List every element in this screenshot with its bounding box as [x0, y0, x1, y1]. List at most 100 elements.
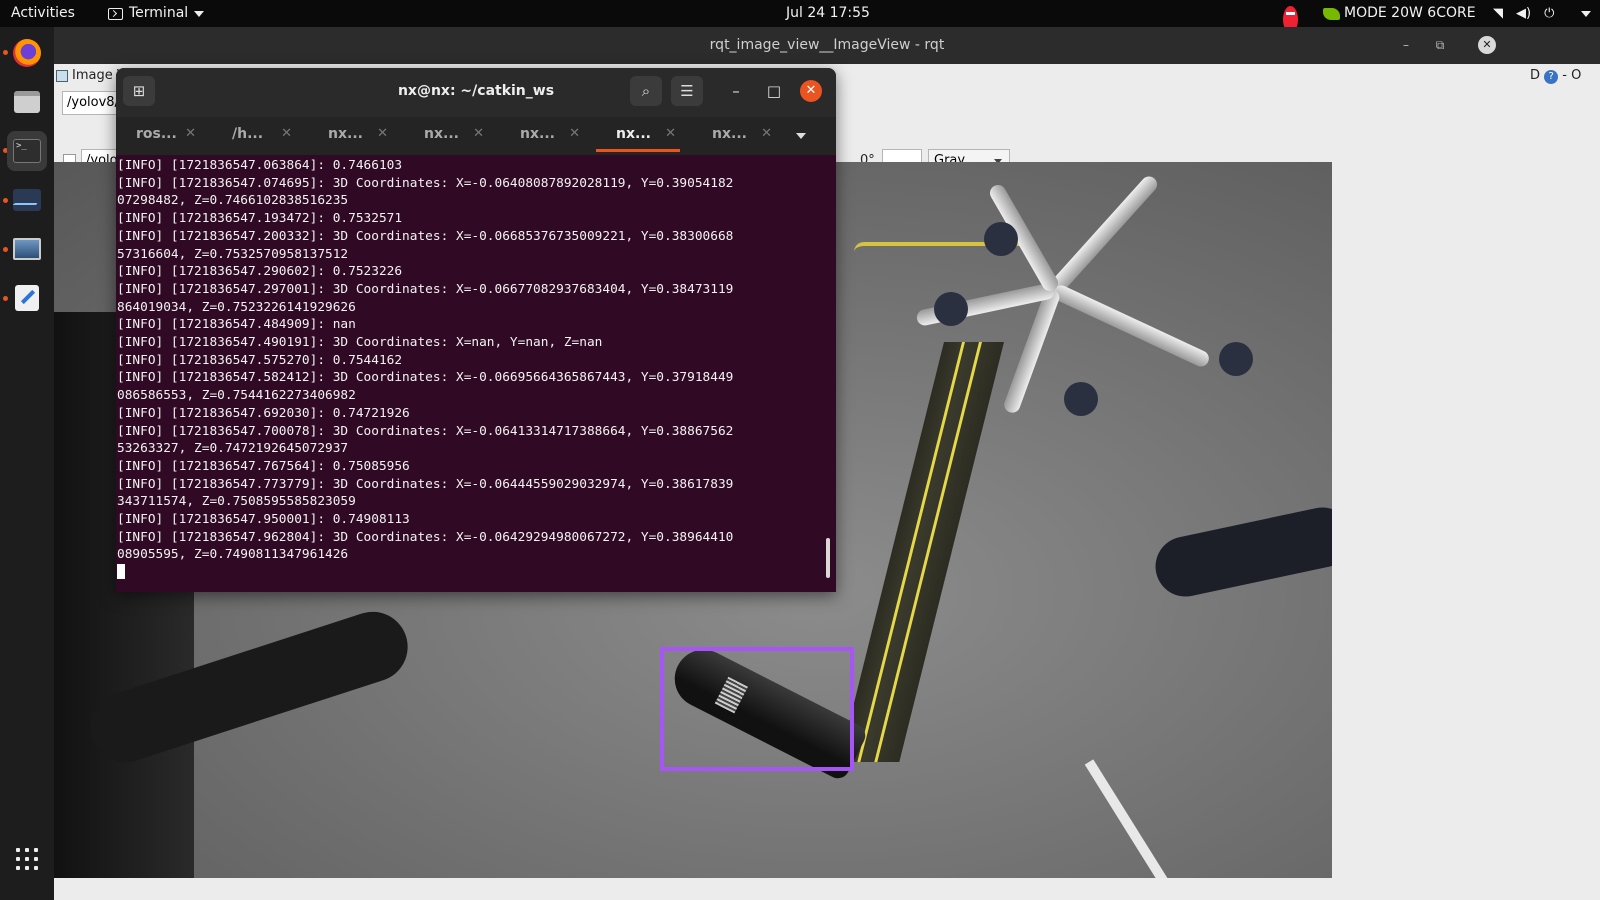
- search-icon[interactable]: ⌕: [630, 76, 662, 106]
- terminal-line: [INFO] [1721836547.950001]: 0.74908113: [117, 512, 410, 528]
- close-button[interactable]: ✕: [800, 80, 822, 102]
- terminal-icon: [108, 7, 123, 20]
- image-view-icon: [56, 69, 68, 82]
- terminal-tab[interactable]: nx... ✕: [404, 117, 500, 155]
- text-editor-icon: [15, 285, 39, 311]
- power-icon: ⏻: [1544, 6, 1555, 21]
- close-icon[interactable]: ✕: [1478, 36, 1496, 54]
- terminal-line: [INFO] [1721836547.193472]: 0.7532571: [117, 211, 403, 227]
- terminal-line: 57316604, Z=0.7532570958137512: [117, 246, 349, 262]
- terminal-line: [INFO] [1721836547.290602]: 0.7523226: [117, 264, 403, 280]
- terminal-line: 343711574, Z=0.7508595585823059: [117, 494, 356, 510]
- cursor: [117, 564, 125, 580]
- terminal-tabs: ros... ✕ /h... ✕ nx... ✕ nx... ✕ nx... ✕ nx..…: [116, 117, 836, 155]
- terminal-line: [INFO] [1721836547.767564]: 0.75085956: [117, 458, 410, 474]
- tab-label: ros...: [136, 126, 177, 142]
- terminal-line: 864019034, Z=0.7523226141929626: [117, 299, 356, 315]
- office-chair-right: [1149, 501, 1332, 603]
- terminal-window: nx@nx: ~/catkin_ws ⊞ ⌕ ☰ – □ ✕ ros... ✕ /…: [116, 68, 836, 592]
- terminal-prompt[interactable]: [117, 564, 827, 582]
- dock-firefox[interactable]: [7, 33, 47, 73]
- minimize-icon[interactable]: –: [1399, 38, 1413, 52]
- app-menu[interactable]: Terminal: [108, 0, 205, 27]
- wifi-icon: ◥: [1493, 6, 1503, 21]
- dock-system-monitor[interactable]: [7, 180, 47, 220]
- terminal-line: [INFO] [1721836547.582412]: 3D Coordinat…: [117, 370, 734, 386]
- image-viewer-icon: [13, 238, 41, 260]
- terminal-tab[interactable]: nx... ✕: [500, 117, 596, 155]
- terminal-line: [INFO] [1721836547.297001]: 3D Coordinat…: [117, 281, 734, 297]
- window-title: rqt_image_view__ImageView - rqt: [709, 37, 945, 53]
- terminal-line: 086586553, Z=0.7544162273406982: [117, 388, 356, 404]
- terminal-line: [INFO] [1721836547.484909]: nan: [117, 317, 356, 333]
- terminal-line: 08905595, Z=0.7490811347961426: [117, 547, 349, 563]
- terminal-icon: >_: [13, 139, 41, 163]
- terminal-headerbar[interactable]: nx@nx: ~/catkin_ws ⊞ ⌕ ☰ – □ ✕: [116, 68, 836, 117]
- close-tab-icon[interactable]: ✕: [569, 117, 580, 151]
- terminal-line: [INFO] [1721836547.773779]: 3D Coordinat…: [117, 476, 734, 492]
- terminal-line: 53263327, Z=0.7472192645072937: [117, 441, 349, 457]
- terminal-line: 07298482, Z=0.7466102838516235: [117, 193, 349, 209]
- clock[interactable]: Jul 24 17:55: [786, 0, 870, 27]
- close-tab-icon[interactable]: ✕: [185, 117, 196, 151]
- close-tab-icon[interactable]: ✕: [473, 117, 484, 151]
- terminal-tab[interactable]: ros... ✕: [116, 117, 212, 155]
- firefox-icon: [13, 39, 41, 67]
- new-tab-button[interactable]: ⊞: [123, 76, 155, 106]
- chevron-down-icon: [194, 10, 205, 17]
- terminal-line: [INFO] [1721836547.490191]: 3D Coordinat…: [117, 335, 603, 351]
- terminal-scrollbar[interactable]: [826, 538, 830, 578]
- terminal-line: [INFO] [1721836547.074695]: 3D Coordinat…: [117, 175, 734, 191]
- top-bar: Activities Terminal Jul 24 17:55 MODE 20…: [0, 0, 1600, 33]
- system-status-area[interactable]: ◥ ◀) ⏻: [1493, 0, 1554, 27]
- maximize-button[interactable]: □: [758, 76, 790, 106]
- terminal-tab[interactable]: nx... ✕: [692, 117, 788, 155]
- help-icon[interactable]: ?: [1544, 70, 1559, 84]
- files-icon: [14, 91, 40, 113]
- tab-label: nx...: [712, 126, 747, 142]
- tab-label: nx...: [424, 126, 459, 142]
- terminal-tab-active[interactable]: nx... ✕: [596, 117, 692, 155]
- show-applications-icon[interactable]: [16, 848, 38, 870]
- tab-label: /h...: [232, 126, 264, 142]
- terminal-line: [INFO] [1721836547.575270]: 0.7544162: [117, 352, 403, 368]
- white-cable: [1084, 759, 1189, 878]
- hamburger-menu-icon[interactable]: ☰: [671, 76, 703, 106]
- close-tab-icon[interactable]: ✕: [281, 117, 292, 151]
- terminal-tab[interactable]: /h... ✕: [212, 117, 308, 155]
- tabs-overflow-icon[interactable]: [788, 117, 818, 155]
- close-tab-icon[interactable]: ✕: [665, 117, 676, 151]
- power-mode-indicator[interactable]: MODE 20W 6CORE: [1323, 0, 1476, 27]
- dock-terminal[interactable]: >_: [7, 131, 47, 171]
- terminal-line: [INFO] [1721836547.200332]: 3D Coordinat…: [117, 228, 734, 244]
- activities-button[interactable]: Activities: [11, 0, 75, 27]
- tab-label: nx...: [328, 126, 363, 142]
- rqt-titlebar[interactable]: rqt_image_view__ImageView - rqt – ⧉ ✕: [54, 27, 1600, 64]
- terminal-line: [INFO] [1721836547.700078]: 3D Coordinat…: [117, 423, 734, 439]
- dock-toggle-button[interactable]: D: [1530, 68, 1540, 83]
- tab-label: nx...: [616, 126, 651, 142]
- terminal-line: [INFO] [1721836547.962804]: 3D Coordinat…: [117, 529, 734, 545]
- terminal-line: [INFO] [1721836547.692030]: 0.74721926: [117, 405, 410, 421]
- terminal-tab[interactable]: nx... ✕: [308, 117, 404, 155]
- power-mode-label: MODE 20W 6CORE: [1344, 5, 1476, 21]
- detection-bounding-box: [660, 647, 854, 771]
- dock-image-viewer[interactable]: [7, 229, 47, 269]
- plugin-dock-controls[interactable]: D ? - O: [1530, 68, 1581, 84]
- terminal-line: [INFO] [1721836547.063864]: 0.7466103: [117, 158, 403, 173]
- nvidia-icon: [1323, 7, 1340, 20]
- tab-label: nx...: [520, 126, 555, 142]
- dock-text-editor[interactable]: [7, 278, 47, 318]
- dock: >_: [0, 27, 54, 900]
- close-plugin-icon[interactable]: - O: [1562, 68, 1581, 83]
- terminal-output[interactable]: [INFO] [1721836547.063864]: 0.7466103 [IN…: [117, 157, 827, 587]
- dock-files[interactable]: [7, 82, 47, 122]
- system-monitor-icon: [13, 189, 41, 211]
- app-menu-label: Terminal: [129, 5, 189, 21]
- close-tab-icon[interactable]: ✕: [377, 117, 388, 151]
- maximize-icon[interactable]: ⧉: [1433, 38, 1447, 52]
- close-tab-icon[interactable]: ✕: [761, 117, 772, 151]
- minimize-button[interactable]: –: [720, 76, 752, 106]
- volume-icon: ◀): [1516, 6, 1532, 21]
- office-chair-base: [894, 173, 1274, 422]
